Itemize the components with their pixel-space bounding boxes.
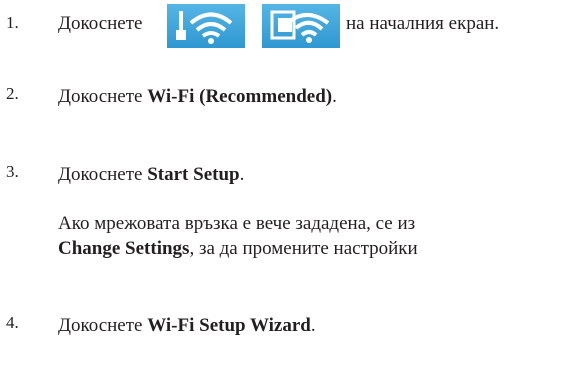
step-1-after: на началния екран. — [346, 13, 500, 34]
step-4-bold: Wi-Fi Setup Wizard — [147, 315, 311, 336]
step-2-before: Докоснете — [58, 86, 143, 107]
step-4-after: . — [310, 315, 316, 336]
step-number-2: 2. — [6, 84, 19, 103]
step-3-note-line-2: Change Settings, за да промените настрой… — [58, 238, 418, 260]
step-2-after: . — [332, 86, 337, 107]
wifi-router-icon — [167, 4, 245, 48]
step-3-note-after: , за да промените настройки — [189, 238, 418, 259]
step-2-bold: Wi-Fi (Recommended) — [147, 86, 333, 107]
step-3-note-line-1: Ако мрежовата връзка е вече зададена, се… — [58, 213, 416, 234]
step-1-before: Докоснете — [58, 13, 143, 34]
step-3-before: Докоснете — [58, 164, 143, 185]
step-3-text: Докоснете Start Setup. — [58, 164, 244, 186]
step-number-1: 1. — [6, 13, 19, 32]
step-3-note-bold: Change Settings — [58, 238, 190, 259]
step-number-3: 3. — [6, 162, 19, 181]
wifi-direct-icon — [262, 4, 340, 48]
step-2-text: Докоснете Wi-Fi (Recommended). — [58, 86, 337, 108]
step-3-bold: Start Setup — [147, 164, 240, 185]
network-status-icons — [167, 2, 342, 50]
step-1-text: Докоснете — [58, 13, 142, 35]
icon-separator — [251, 4, 256, 48]
step-number-4: 4. — [6, 313, 19, 332]
step-4-text: Докоснете Wi-Fi Setup Wizard. — [58, 315, 316, 337]
step-4-before: Докоснете — [58, 315, 143, 336]
step-3-after: . — [239, 164, 245, 185]
